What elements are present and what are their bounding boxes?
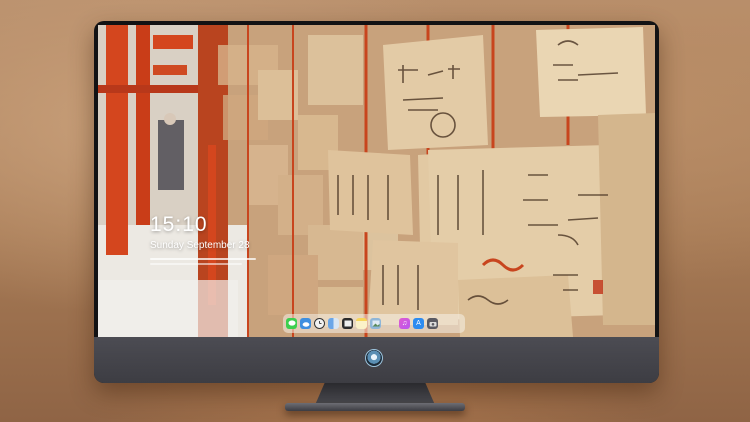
lock-screen-date: Sunday September 28 bbox=[150, 240, 250, 251]
lock-screen-time: 15:10 bbox=[150, 213, 208, 236]
finder-icon[interactable] bbox=[328, 318, 339, 329]
monitor-stand-base bbox=[285, 403, 465, 411]
app-store-icon[interactable]: A bbox=[413, 318, 424, 329]
photos-icon[interactable] bbox=[370, 318, 381, 329]
messages-icon[interactable] bbox=[286, 318, 297, 329]
clock-icon[interactable] bbox=[314, 318, 325, 329]
lock-screen-subline-secondary bbox=[150, 263, 242, 265]
lock-screen[interactable]: 15:10 Sunday September 28 ♫ A bbox=[98, 25, 655, 337]
brand-logo-icon bbox=[365, 349, 383, 367]
lock-screen-subline bbox=[150, 258, 256, 260]
wallpaper-ema-plaques bbox=[98, 25, 655, 337]
weather-icon[interactable] bbox=[300, 318, 311, 329]
monitor-stand-neck bbox=[315, 383, 435, 405]
dock: ♫ A bbox=[283, 314, 465, 333]
camera-icon[interactable] bbox=[427, 318, 438, 329]
music-icon[interactable]: ♫ bbox=[399, 318, 410, 329]
notes-icon[interactable] bbox=[356, 318, 367, 329]
clapper-icon[interactable] bbox=[342, 318, 353, 329]
